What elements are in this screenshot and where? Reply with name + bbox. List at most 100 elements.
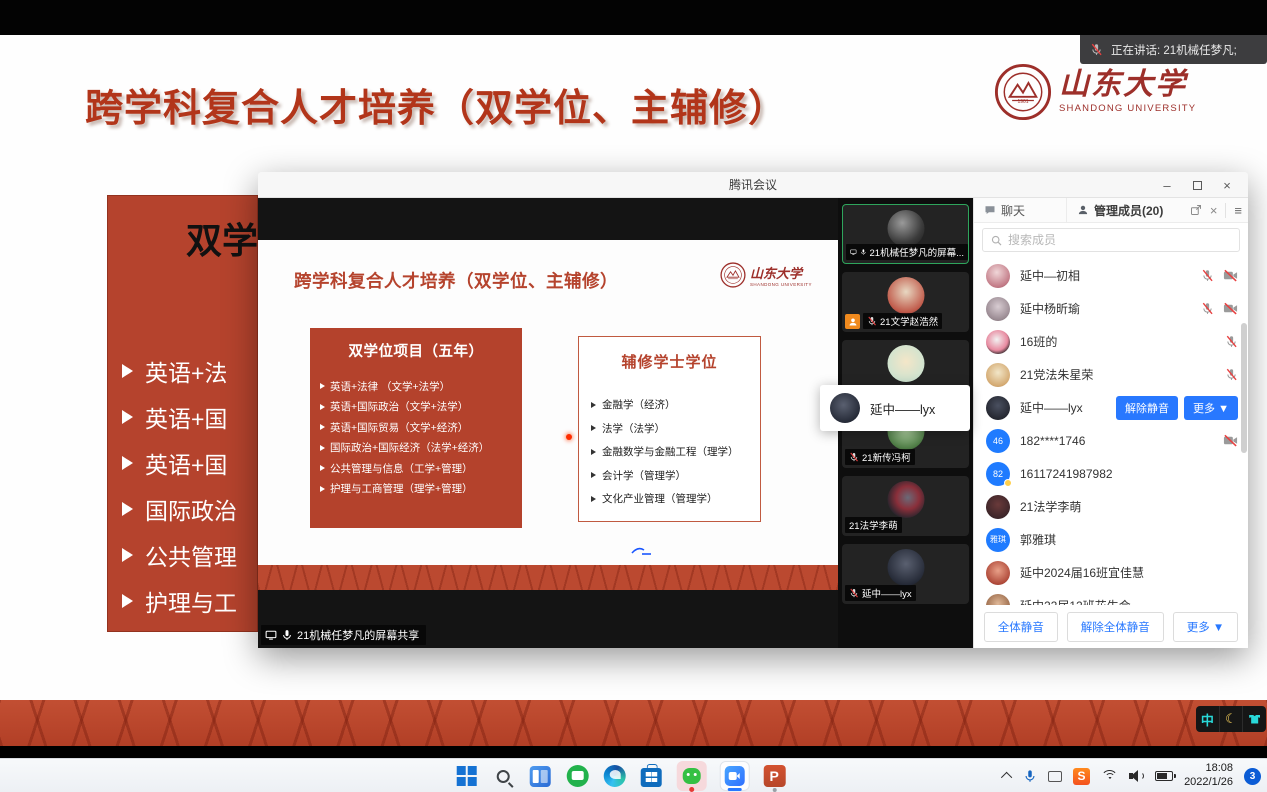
bullet-item: 金融学（经济） — [591, 393, 739, 417]
tencent-meeting-button[interactable] — [719, 761, 749, 791]
wifi-icon[interactable] — [1101, 770, 1118, 783]
cast-icon[interactable] — [1048, 771, 1062, 782]
mute-all-button[interactable]: 全体静音 — [984, 612, 1058, 642]
slide-bottom-band — [0, 700, 1267, 746]
shared-slide-title: 跨学科复合人才培养（双学位、主辅修） — [294, 268, 618, 293]
maximize-button[interactable] — [1182, 172, 1212, 198]
minor-degree-title: 辅修学士学位 — [579, 351, 760, 372]
bullet-item: 护理与工 — [122, 578, 237, 624]
start-button[interactable] — [454, 764, 478, 788]
screen-share-label: 21机械任梦凡的屏幕共享 — [261, 625, 426, 645]
screen-share-stage[interactable]: 跨学科复合人才培养（双学位、主辅修） 山东大学 SHANDONG UNIVERS… — [258, 198, 838, 648]
powerpoint-icon: P — [763, 765, 785, 787]
taskbar-clock[interactable]: 18:08 2022/1/26 — [1184, 762, 1233, 790]
green-app-icon — [566, 765, 588, 787]
skin-icon[interactable] — [1243, 706, 1266, 732]
member-row[interactable]: 延中杨昕瑜 — [986, 292, 1238, 325]
member-row[interactable]: 延中—初相 — [986, 259, 1238, 292]
ime-chinese-mode[interactable]: 中 — [1196, 706, 1220, 732]
bullet-item: 国际政治 — [122, 486, 237, 532]
member-row[interactable]: 雅琪 郭雅琪 — [986, 523, 1238, 556]
bullet-item: 英语+国 — [122, 394, 237, 440]
video-tile[interactable]: 延中——lyx — [842, 544, 969, 604]
member-row[interactable]: 延中22届12班花生会 — [986, 589, 1238, 605]
camera-off-icon[interactable] — [1223, 433, 1238, 448]
pen-annotation — [630, 546, 654, 556]
mic-muted-icon[interactable] — [1201, 269, 1214, 282]
minimize-button[interactable]: – — [1152, 172, 1182, 198]
windows-icon — [456, 766, 476, 786]
more-footer-button[interactable]: 更多 ▼ — [1173, 612, 1239, 642]
member-name-tooltip: 延中——lyx — [820, 385, 970, 431]
bullet-item: 英语+国际贸易（文学+经济） — [320, 417, 489, 438]
tab-manage-members[interactable]: 管理成员(20) — [1066, 198, 1173, 222]
mic-muted-icon[interactable] — [1225, 335, 1238, 348]
unmute-all-button[interactable]: 解除全体静音 — [1067, 612, 1164, 642]
avatar — [887, 210, 924, 247]
logo-chinese-name: 山东大学 — [1059, 70, 1196, 100]
powerpoint-button[interactable]: P — [762, 764, 786, 788]
screen-share-icon — [265, 629, 277, 641]
wechat-button[interactable] — [676, 761, 706, 791]
chat-icon — [984, 204, 996, 216]
arrow-bullet-icon — [122, 502, 133, 516]
notification-badge[interactable]: 3 — [1244, 768, 1261, 785]
task-view-button[interactable] — [528, 764, 552, 788]
university-seal-icon: 1901 — [994, 63, 1052, 121]
search-icon — [990, 234, 1003, 247]
bullet-item: 法学（法学） — [591, 417, 739, 441]
avatar — [887, 481, 924, 518]
video-tile[interactable]: 21法学李萌 — [842, 476, 969, 536]
close-panel-icon[interactable]: × — [1210, 203, 1218, 218]
mic-icon — [281, 629, 293, 641]
windows-taskbar: P S 18:08 2022/1/26 3 — [0, 758, 1267, 792]
member-row[interactable]: 46 182****1746 — [986, 424, 1238, 457]
mic-muted-icon[interactable] — [1225, 368, 1238, 381]
mic-muted-icon[interactable] — [1201, 302, 1214, 315]
mic-icon — [860, 247, 867, 257]
tencent-meeting-window: 腾讯会议 – × 跨学科复合人才培养（双学位、主辅修） 山东大学 SHANDON… — [258, 172, 1248, 648]
task-view-icon — [530, 766, 551, 787]
tray-mic-icon[interactable] — [1023, 769, 1037, 783]
member-search-box[interactable] — [982, 228, 1240, 252]
bullet-item: 金融数学与金融工程（理学） — [591, 440, 739, 464]
member-row[interactable]: 21法学李萌 — [986, 490, 1238, 523]
taskbar-search-button[interactable] — [491, 764, 515, 788]
tray-time: 18:08 — [1184, 762, 1233, 776]
member-row[interactable]: 延中——lyx 解除静音 更多 ▼ — [986, 391, 1238, 424]
camera-off-icon[interactable] — [1223, 268, 1238, 283]
popout-panel-icon[interactable] — [1190, 204, 1202, 216]
arrow-bullet-icon — [122, 456, 133, 470]
window-titlebar[interactable]: 腾讯会议 – × — [258, 172, 1248, 198]
person-icon — [1077, 204, 1089, 216]
close-button[interactable]: × — [1212, 172, 1242, 198]
bullet-item: 文化产业管理（管理学） — [591, 487, 739, 511]
avatar — [887, 277, 924, 314]
search-input[interactable] — [1008, 233, 1232, 247]
night-mode-icon[interactable]: ☾ — [1220, 706, 1244, 732]
tab-chat[interactable]: 聊天 — [974, 198, 1066, 222]
video-tile[interactable]: 21机械任梦凡的屏幕... — [842, 204, 969, 264]
battery-icon[interactable] — [1155, 771, 1173, 781]
member-list: 延中—初相 延中杨昕瑜 16班的 — [974, 257, 1248, 605]
member-row[interactable]: 16班的 — [986, 325, 1238, 358]
member-row[interactable]: 21党法朱星荣 — [986, 358, 1238, 391]
avatar — [986, 363, 1010, 387]
arrow-bullet-icon — [122, 364, 133, 378]
todo-app-button[interactable] — [565, 764, 589, 788]
edge-button[interactable] — [602, 764, 626, 788]
speaker-icon[interactable] — [1129, 770, 1144, 782]
avatar — [986, 330, 1010, 354]
scrollbar-thumb[interactable] — [1241, 323, 1247, 453]
sogou-ime-icon[interactable]: S — [1073, 768, 1090, 785]
more-button[interactable]: 更多 ▼ — [1184, 396, 1238, 420]
member-row[interactable]: 82 16117241987982 — [986, 457, 1238, 490]
hidden-icons-chevron[interactable] — [1001, 772, 1012, 783]
unmute-button[interactable]: 解除静音 — [1116, 396, 1178, 420]
menu-icon[interactable]: ≡ — [1225, 203, 1242, 218]
avatar — [986, 561, 1010, 585]
video-tile[interactable]: 21文学赵浩然 — [842, 272, 969, 332]
member-row[interactable]: 延中2024届16班宜佳慧 — [986, 556, 1238, 589]
camera-off-icon[interactable] — [1223, 301, 1238, 316]
store-button[interactable] — [639, 764, 663, 788]
